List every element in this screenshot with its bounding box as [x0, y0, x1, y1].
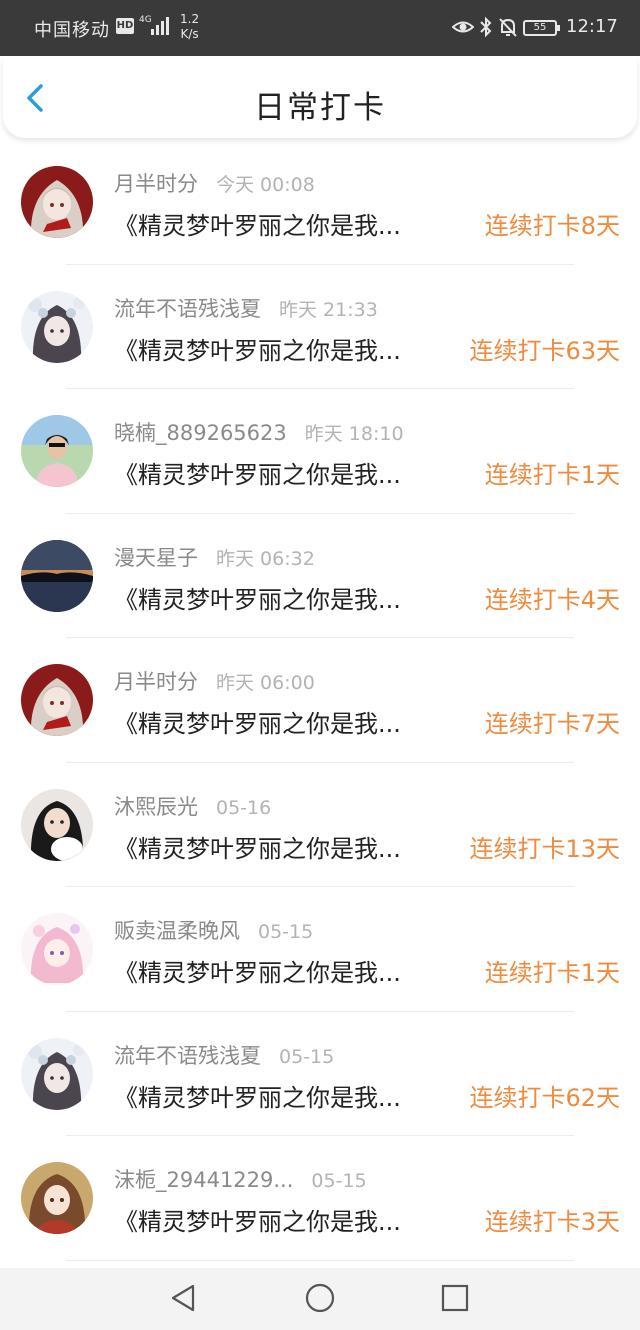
- post-time: 昨天 06:00: [216, 672, 315, 694]
- check-in-list: 月半时分 今天 00:08 《精灵梦叶罗丽之你是我... 连续打卡8天 流年不语残…: [0, 140, 640, 1261]
- list-item[interactable]: 晓楠_889265623 昨天 18:10 《精灵梦叶罗丽之你是我... 连续打卡…: [0, 389, 640, 514]
- battery-icon: 55: [523, 20, 560, 36]
- user-line: 沫栀_29441229... 05-15: [114, 1164, 367, 1192]
- user-name[interactable]: 沫栀_29441229...: [114, 1168, 293, 1192]
- post-time: 昨天 21:33: [279, 298, 378, 321]
- user-name[interactable]: 流年不语残浅夏: [114, 297, 261, 321]
- post-time: 今天 00:08: [216, 174, 315, 196]
- network-speed: 1.2 K/s: [180, 12, 199, 42]
- avatar[interactable]: [21, 290, 93, 363]
- user-name[interactable]: 流年不语残浅夏: [114, 1044, 261, 1068]
- bell-muted-icon: [499, 18, 517, 37]
- eye-icon: [452, 21, 474, 33]
- avatar[interactable]: [21, 664, 93, 736]
- header-bar: 日常打卡: [3, 58, 637, 138]
- post-content[interactable]: 《精灵梦叶罗丽之你是我...: [114, 580, 448, 615]
- hd-badge: HD: [116, 18, 134, 34]
- post-time: 昨天 06:32: [216, 547, 315, 570]
- signal-icon: [151, 17, 169, 35]
- user-line: 贩卖温柔晚风 05-15: [114, 915, 313, 943]
- list-item[interactable]: 月半时分 昨天 06:00 《精灵梦叶罗丽之你是我... 连续打卡7天: [0, 638, 640, 763]
- user-line: 沐熙辰光 05-16: [114, 791, 271, 819]
- user-line: 月半时分 昨天 06:00: [114, 666, 315, 694]
- post-content[interactable]: 《精灵梦叶罗丽之你是我...: [114, 1078, 448, 1113]
- post-time: 05-16: [216, 796, 272, 819]
- post-content[interactable]: 《精灵梦叶罗丽之你是我...: [114, 1202, 448, 1237]
- clock: 12:17: [566, 16, 618, 37]
- status-bar: 中国移动 HD 4G 1.2 K/s 55 12:17: [0, 0, 640, 56]
- post-time: 05-15: [279, 1045, 335, 1068]
- streak-label: 连续打卡8天: [484, 212, 620, 240]
- avatar[interactable]: [21, 788, 93, 861]
- system-nav-bar: [0, 1268, 640, 1330]
- streak-label: 连续打卡3天: [484, 1208, 620, 1236]
- streak-label: 连续打卡63天: [469, 336, 620, 365]
- user-name[interactable]: 晓楠_889265623: [114, 421, 287, 445]
- user-line: 晓楠_889265623 昨天 18:10: [114, 417, 404, 445]
- nav-back-icon[interactable]: [165, 1280, 201, 1316]
- user-line: 月半时分 今天 00:08: [114, 168, 315, 196]
- list-item[interactable]: 贩卖温柔晚风 05-15 《精灵梦叶罗丽之你是我... 连续打卡1天: [0, 887, 640, 1012]
- streak-label: 连续打卡1天: [484, 461, 620, 489]
- post-content[interactable]: 《精灵梦叶罗丽之你是我...: [114, 953, 448, 988]
- divider: [66, 1259, 574, 1261]
- list-item[interactable]: 流年不语残浅夏 05-15 《精灵梦叶罗丽之你是我... 连续打卡62天: [0, 1012, 640, 1136]
- user-name[interactable]: 贩卖温柔晚风: [114, 919, 240, 943]
- user-name[interactable]: 月半时分: [114, 172, 198, 196]
- post-time: 昨天 18:10: [304, 423, 404, 445]
- nav-home-icon[interactable]: [302, 1280, 338, 1316]
- user-name[interactable]: 月半时分: [114, 670, 198, 694]
- post-time: 05-15: [311, 1170, 367, 1192]
- avatar[interactable]: [21, 1037, 93, 1110]
- user-line: 流年不语残浅夏 昨天 21:33: [114, 293, 378, 321]
- post-time: 05-15: [258, 921, 314, 943]
- post-content[interactable]: 《精灵梦叶罗丽之你是我...: [114, 206, 448, 241]
- streak-label: 连续打卡7天: [484, 710, 620, 738]
- list-item[interactable]: 沐熙辰光 05-16 《精灵梦叶罗丽之你是我... 连续打卡13天: [0, 763, 640, 887]
- post-content[interactable]: 《精灵梦叶罗丽之你是我...: [114, 704, 448, 739]
- list-item[interactable]: 流年不语残浅夏 昨天 21:33 《精灵梦叶罗丽之你是我... 连续打卡63天: [0, 265, 640, 389]
- avatar[interactable]: [21, 166, 93, 238]
- user-name[interactable]: 沐熙辰光: [114, 795, 198, 819]
- streak-label: 连续打卡1天: [484, 959, 620, 987]
- avatar[interactable]: [21, 415, 93, 487]
- speed-value: 1.2: [180, 12, 200, 26]
- post-content[interactable]: 《精灵梦叶罗丽之你是我...: [114, 829, 448, 864]
- speed-unit: K/s: [180, 27, 199, 41]
- streak-label: 连续打卡4天: [484, 585, 620, 614]
- list-item[interactable]: 月半时分 今天 00:08 《精灵梦叶罗丽之你是我... 连续打卡8天: [0, 140, 640, 265]
- list-item[interactable]: 漫天星子 昨天 06:32 《精灵梦叶罗丽之你是我... 连续打卡4天: [0, 514, 640, 638]
- avatar[interactable]: [21, 539, 93, 612]
- user-line: 漫天星子 昨天 06:32: [114, 542, 315, 570]
- page-title: 日常打卡: [254, 90, 386, 126]
- post-content[interactable]: 《精灵梦叶罗丽之你是我...: [114, 455, 448, 490]
- post-content[interactable]: 《精灵梦叶罗丽之你是我...: [114, 331, 448, 366]
- streak-label: 连续打卡13天: [469, 834, 620, 863]
- list-item[interactable]: 沫栀_29441229... 05-15 《精灵梦叶罗丽之你是我... 连续打卡3…: [0, 1136, 640, 1261]
- nav-recents-icon[interactable]: [437, 1280, 473, 1316]
- bluetooth-icon: [480, 16, 492, 38]
- user-name[interactable]: 漫天星子: [114, 546, 198, 570]
- avatar[interactable]: [21, 913, 93, 985]
- user-line: 流年不语残浅夏 05-15: [114, 1040, 334, 1068]
- avatar[interactable]: [21, 1162, 93, 1234]
- streak-label: 连续打卡62天: [469, 1083, 620, 1112]
- carrier-label: 中国移动: [34, 20, 110, 41]
